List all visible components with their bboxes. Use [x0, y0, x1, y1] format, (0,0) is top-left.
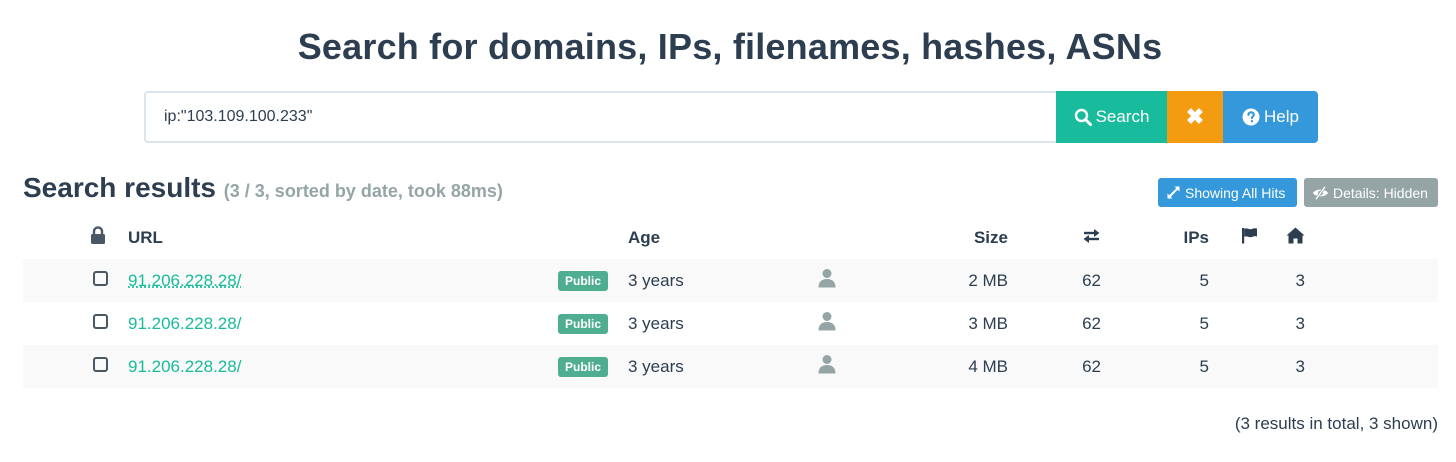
requests-cell[interactable]: 62: [1008, 345, 1101, 388]
row-checkbox[interactable]: [93, 314, 108, 329]
result-url-link[interactable]: 91.206.228.28/: [128, 271, 241, 290]
badge-cell: Public: [558, 345, 628, 388]
search-button-label: Search: [1096, 107, 1150, 127]
countries-cell: 3: [1209, 345, 1305, 388]
showing-all-hits-button[interactable]: Showing All Hits: [1158, 178, 1297, 207]
url-column-header[interactable]: URL: [128, 217, 558, 259]
requests-column-header: [1008, 217, 1101, 259]
expand-arrows-icon: [1166, 185, 1181, 200]
age-cell: 3 years: [628, 259, 818, 302]
lock-icon: [90, 226, 106, 245]
result-url-link[interactable]: 91.206.228.28/: [128, 357, 241, 376]
table-row: 91.206.228.28/ Public 3 years 4 MB 62 5 …: [23, 345, 1438, 388]
help-button-label: Help: [1264, 107, 1299, 127]
details-toggle-label: Details: Hidden: [1333, 185, 1428, 201]
size-cell: 2 MB: [938, 259, 1008, 302]
table-row: 91.206.228.28/ Public 3 years 2 MB 62 5 …: [23, 259, 1438, 302]
row-checkbox-cell: [23, 259, 128, 302]
countries-column-header: [1209, 217, 1305, 259]
results-title: Search results: [23, 172, 216, 203]
countries-cell: 3: [1209, 259, 1305, 302]
size-cell: 3 MB: [938, 302, 1008, 345]
row-checkbox[interactable]: [93, 271, 108, 286]
search-bar: Search ✖ Help: [144, 91, 1318, 143]
row-checkbox-cell: [23, 302, 128, 345]
table-row: 91.206.228.28/ Public 3 years 3 MB 62 5 …: [23, 302, 1438, 345]
age-column-header[interactable]: Age: [628, 217, 818, 259]
size-cell: 4 MB: [938, 345, 1008, 388]
help-button[interactable]: Help: [1223, 91, 1318, 143]
ips-cell: 5: [1101, 302, 1209, 345]
page: Search for domains, IPs, filenames, hash…: [0, 0, 1456, 462]
results-heading: Search results (3 / 3, sorted by date, t…: [23, 172, 503, 204]
row-checkbox-cell: [23, 345, 128, 388]
table-header-row: URL Age Size IPs: [23, 217, 1438, 259]
badge-cell: Public: [558, 259, 628, 302]
url-cell: 91.206.228.28/: [128, 302, 558, 345]
spacer-cell: [1305, 345, 1438, 388]
badge-cell: Public: [558, 302, 628, 345]
results-table: URL Age Size IPs 91.206.228.28/ Public 3…: [23, 217, 1438, 388]
requests-cell[interactable]: 62: [1008, 259, 1101, 302]
lock-column-header: [23, 217, 128, 259]
user-icon: [818, 354, 836, 374]
home-icon: [1286, 227, 1305, 244]
spacer-cell: [1305, 259, 1438, 302]
badge-column-header: [558, 217, 628, 259]
size-column-header[interactable]: Size: [938, 217, 1008, 259]
user-icon: [818, 311, 836, 331]
close-icon: ✖: [1186, 104, 1204, 130]
ips-column-header[interactable]: IPs: [1101, 217, 1209, 259]
visibility-badge: Public: [558, 357, 608, 377]
clear-button[interactable]: ✖: [1167, 91, 1223, 143]
question-circle-icon: [1242, 108, 1260, 126]
user-cell: [818, 345, 938, 388]
spacer-column-header: [1305, 217, 1438, 259]
search-icon: [1074, 108, 1092, 126]
user-cell: [818, 302, 938, 345]
countries-cell: 3: [1209, 302, 1305, 345]
age-cell: 3 years: [628, 345, 818, 388]
page-title: Search for domains, IPs, filenames, hash…: [0, 26, 1456, 68]
details-toggle-button[interactable]: Details: Hidden: [1304, 178, 1438, 207]
row-checkbox[interactable]: [93, 357, 108, 372]
url-cell: 91.206.228.28/: [128, 345, 558, 388]
ips-cell: 5: [1101, 345, 1209, 388]
result-url-link[interactable]: 91.206.228.28/: [128, 314, 241, 333]
flag-icon: [1241, 227, 1258, 244]
spacer-cell: [1305, 302, 1438, 345]
user-cell: [818, 259, 938, 302]
results-meta: (3 / 3, sorted by date, took 88ms): [224, 181, 503, 201]
requests-cell[interactable]: 62: [1008, 302, 1101, 345]
visibility-badge: Public: [558, 314, 608, 334]
eye-slash-icon: [1312, 186, 1329, 200]
user-icon: [818, 268, 836, 288]
showing-all-hits-label: Showing All Hits: [1185, 185, 1285, 201]
search-input[interactable]: [144, 91, 1056, 143]
ips-cell: 5: [1101, 259, 1209, 302]
age-cell: 3 years: [628, 302, 818, 345]
results-footer: (3 results in total, 3 shown): [1235, 414, 1438, 434]
exchange-arrows-icon: [1082, 228, 1101, 244]
search-button[interactable]: Search: [1056, 91, 1167, 143]
user-column-header: [818, 217, 938, 259]
visibility-badge: Public: [558, 271, 608, 291]
url-cell: 91.206.228.28/: [128, 259, 558, 302]
